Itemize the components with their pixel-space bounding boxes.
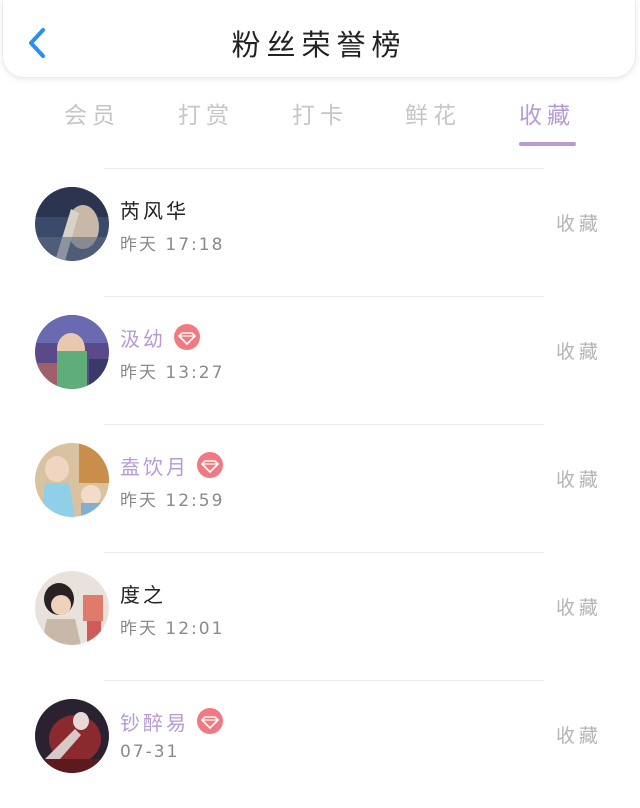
vip-badge [174, 324, 200, 350]
avatar[interactable] [35, 571, 109, 645]
action-label: 收藏 [555, 213, 602, 235]
user-name: 钞醉易 [120, 711, 189, 735]
list-item[interactable]: 盍饮月 昨天 12:59 收藏 [0, 424, 640, 552]
user-name: 度之 [120, 583, 166, 607]
tab-reward[interactable]: 打赏 [166, 96, 246, 130]
vip-badge [197, 708, 223, 734]
timestamp: 昨天 17:18 [120, 235, 225, 255]
list-item[interactable]: 汲幼 昨天 13:27 收藏 [0, 296, 640, 424]
list-item[interactable]: 芮风华 昨天 17:18 收藏 [0, 168, 640, 296]
avatar[interactable] [35, 443, 109, 517]
diamond-icon [201, 460, 219, 473]
user-name: 芮风华 [120, 199, 189, 223]
timestamp: 昨天 12:01 [120, 619, 225, 639]
tab-checkin[interactable]: 打卡 [280, 96, 360, 130]
avatar[interactable] [35, 315, 109, 389]
user-name: 汲幼 [120, 327, 166, 351]
list-item[interactable]: 度之 昨天 12:01 收藏 [0, 552, 640, 680]
diamond-icon [201, 716, 219, 729]
tab-bar: 会员 打赏 打卡 鲜花 收藏 [0, 92, 640, 152]
vip-badge [197, 452, 223, 478]
avatar[interactable] [35, 699, 109, 773]
timestamp: 07-31 [120, 742, 180, 762]
tab-flowers[interactable]: 鲜花 [393, 96, 473, 130]
user-name: 盍饮月 [120, 455, 189, 479]
top-bar: 粉丝荣誉榜 [2, 0, 636, 78]
avatar[interactable] [35, 187, 109, 261]
action-label: 收藏 [555, 341, 602, 363]
list-item[interactable]: 钞醉易 07-31 收藏 [0, 680, 640, 808]
action-label: 收藏 [555, 725, 602, 747]
diamond-icon [178, 332, 196, 345]
active-tab-indicator [519, 142, 576, 146]
page-title: 粉丝荣誉榜 [231, 28, 407, 62]
action-label: 收藏 [555, 597, 602, 619]
tab-favorites[interactable]: 收藏 [507, 96, 587, 130]
timestamp: 昨天 13:27 [120, 363, 225, 383]
timestamp: 昨天 12:59 [120, 491, 225, 511]
action-label: 收藏 [555, 469, 602, 491]
tab-member[interactable]: 会员 [52, 96, 132, 130]
